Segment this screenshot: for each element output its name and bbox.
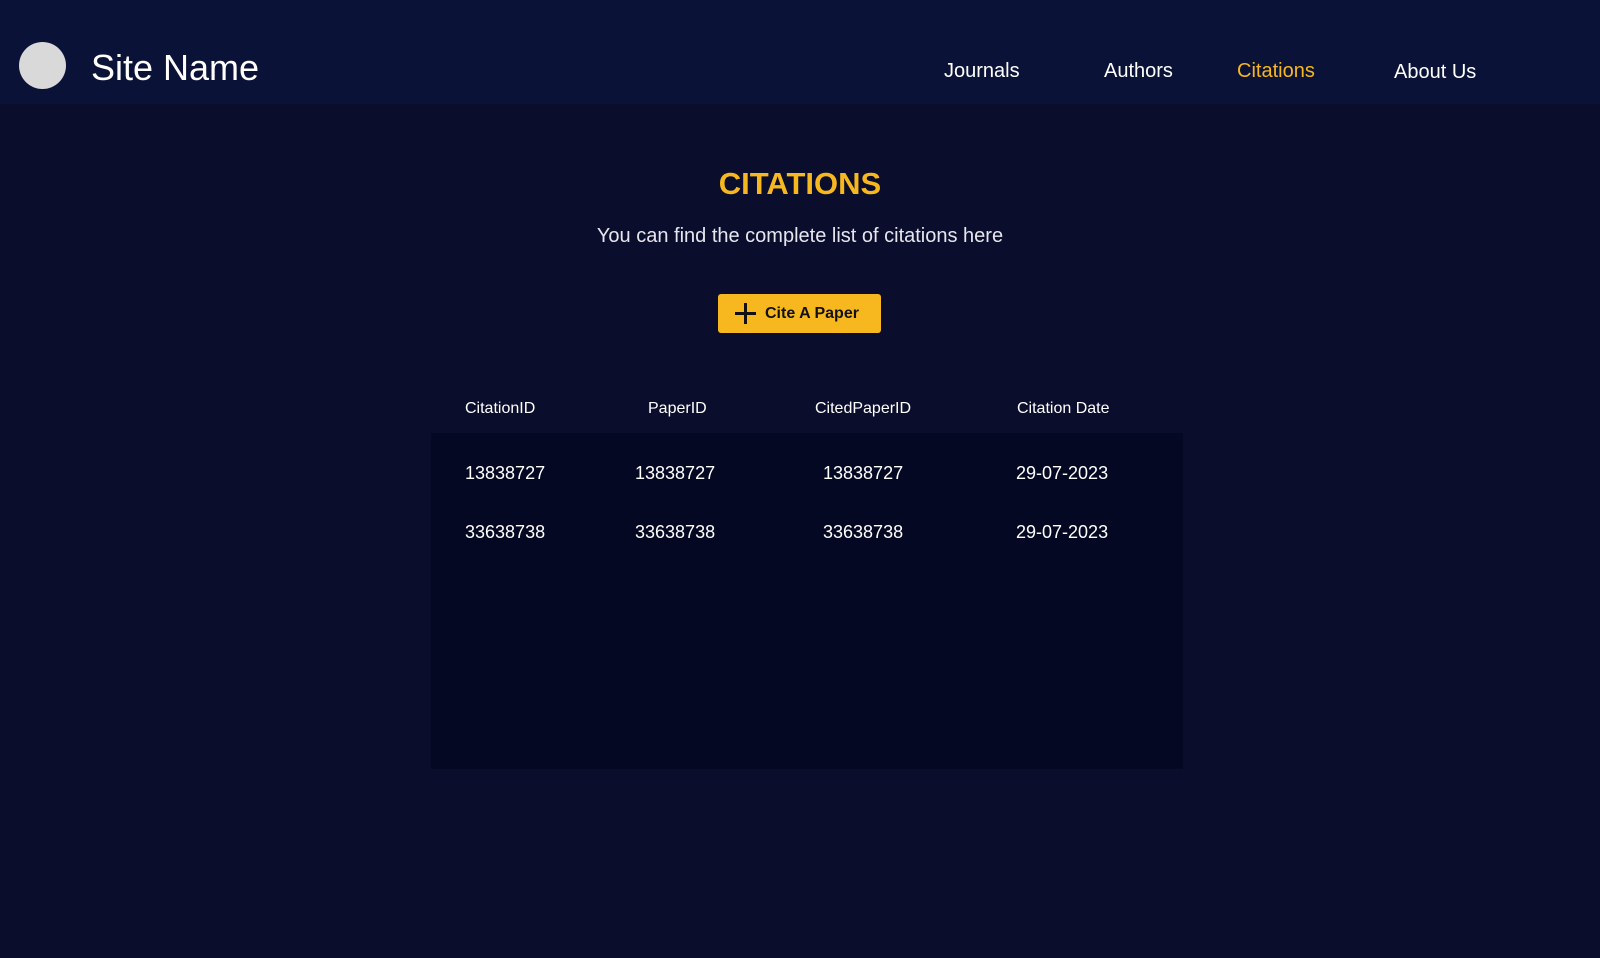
column-header-paperid[interactable]: PaperID	[648, 399, 707, 419]
nav-item-about-us[interactable]: About Us	[1394, 60, 1476, 84]
table-row[interactable]: 33638738 33638738 33638738 29-07-2023	[431, 520, 1183, 550]
cell-paperid: 33638738	[635, 522, 716, 542]
column-header-citedpaperid[interactable]: CitedPaperID	[815, 399, 911, 419]
site-logo[interactable]	[19, 42, 66, 89]
cell-citationid: 33638738	[465, 522, 546, 542]
cite-a-paper-button[interactable]: Cite A Paper	[718, 294, 881, 333]
cell-paperid: 13838727	[635, 463, 716, 483]
page-subtitle: You can find the complete list of citati…	[596, 225, 1004, 247]
column-header-citation-date[interactable]: Citation Date	[1017, 399, 1110, 419]
nav-item-authors[interactable]: Authors	[1104, 59, 1173, 83]
cell-citationid: 13838727	[465, 463, 546, 483]
site-name[interactable]: Site Name	[91, 47, 259, 89]
plus-icon	[735, 303, 756, 324]
cell-citation-date: 29-07-2023	[1016, 522, 1109, 542]
cell-citedpaperid: 33638738	[823, 522, 904, 542]
nav-item-journals[interactable]: Journals	[944, 59, 1020, 83]
table-row[interactable]: 13838727 13838727 13838727 29-07-2023	[431, 461, 1183, 491]
column-header-citationid[interactable]: CitationID	[465, 399, 535, 419]
cite-button-label: Cite A Paper	[765, 305, 859, 322]
cell-citedpaperid: 13838727	[823, 463, 904, 483]
navbar: Site Name Journals Authors Citations Abo…	[0, 0, 1600, 104]
page-title: CITATIONS	[718, 166, 882, 201]
citations-table-body: 13838727 13838727 13838727 29-07-2023 33…	[431, 433, 1183, 769]
nav-item-citations[interactable]: Citations	[1237, 59, 1315, 83]
cell-citation-date: 29-07-2023	[1016, 463, 1109, 483]
